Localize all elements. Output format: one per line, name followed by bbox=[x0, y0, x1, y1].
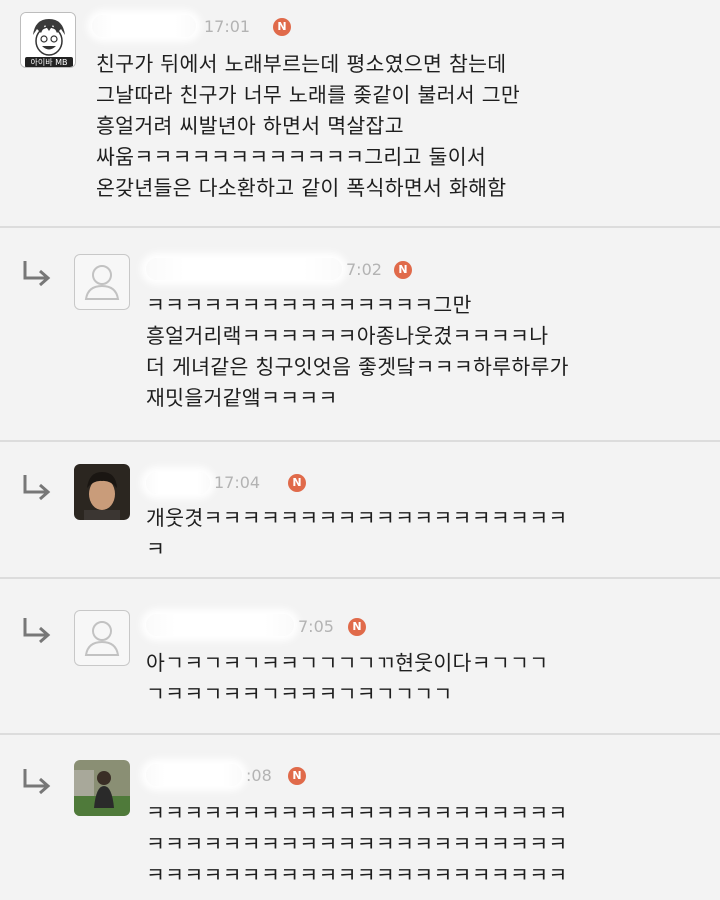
comment-line: ㅋㅋㅋㅋㅋㅋㅋㅋㅋㅋㅋㅋㅋㅋㅋㅋㅋㅋㅋㅋㅋㅋ bbox=[146, 832, 568, 856]
comment-text: ㅋㅋㅋㅋㅋㅋㅋㅋㅋㅋㅋㅋㅋㅋㅋ그만 흥얼거리랙ㅋㅋㅋㅋㅋㅋ아종나웃겼ㅋㅋㅋㅋ나 … bbox=[146, 290, 569, 414]
reply-arrow-icon bbox=[23, 769, 51, 795]
comment-text: 아ㄱㅋㄱㅋㄱㅋㅋㄱㄱㄱㄱㄲ현웃이다ㅋㄱㄱㄱ ㄱㅋㅋㄱㅋㅋㄱㅋㅋㅋㄱㅋㄱㄱㄱㄱ bbox=[146, 648, 548, 710]
comment-line: ㅋㅋㅋㅋㅋㅋㅋㅋㅋㅋㅋㅋㅋㅋㅋㅋㅋㅋㅋㅋㅋㅋ bbox=[146, 863, 568, 887]
comment-line: 더 게녀같은 칭구잇엇음 좋겟닼ㅋㅋㅋ하루하루가 bbox=[146, 355, 569, 379]
new-badge-icon: N bbox=[288, 474, 306, 492]
comment-line: ㄱㅋㅋㄱㅋㅋㄱㅋㅋㅋㄱㅋㄱㄱㄱㄱ bbox=[146, 682, 453, 706]
divider bbox=[0, 733, 720, 735]
comment-text: ㅋㅋㅋㅋㅋㅋㅋㅋㅋㅋㅋㅋㅋㅋㅋㅋㅋㅋㅋㅋㅋㅋ ㅋㅋㅋㅋㅋㅋㅋㅋㅋㅋㅋㅋㅋㅋㅋㅋㅋ… bbox=[146, 798, 568, 891]
timestamp: 17:04 bbox=[214, 473, 261, 492]
divider bbox=[0, 440, 720, 442]
timestamp: :08 bbox=[246, 766, 272, 785]
new-badge-icon: N bbox=[348, 618, 366, 636]
comment-line: ㅋㅋㅋㅋㅋㅋㅋㅋㅋㅋㅋㅋㅋㅋㅋㅋㅋㅋㅋㅋㅋㅋ bbox=[146, 801, 568, 825]
new-badge-icon: N bbox=[394, 261, 412, 279]
avatar-caption: 아이바 MB bbox=[30, 58, 68, 67]
comment-line: 그날따라 친구가 너무 노래를 좆같이 불러서 그만 bbox=[96, 83, 521, 107]
user-avatar-photo[interactable] bbox=[74, 464, 130, 520]
comment-line: 재밋을거같앸ㅋㅋㅋㅋ bbox=[146, 386, 338, 410]
divider bbox=[0, 226, 720, 228]
reply-arrow-icon bbox=[23, 618, 51, 644]
reply-arrow-icon bbox=[23, 475, 51, 501]
timestamp: 7:02 bbox=[346, 260, 382, 279]
comment-line: 개웃겻ㅋㅋㅋㅋㅋㅋㅋㅋㅋㅋㅋㅋㅋㅋㅋㅋㅋㅋㅋ bbox=[146, 506, 568, 530]
comment-text: 친구가 뒤에서 노래부르는데 평소였으면 참는데 그날따라 친구가 너무 노래를… bbox=[96, 49, 520, 204]
comment-line: ㅋㅋㅋㅋㅋㅋㅋㅋㅋㅋㅋㅋㅋㅋㅋ그만 bbox=[146, 293, 472, 317]
author-name-redacted bbox=[146, 614, 294, 636]
author-name-redacted bbox=[92, 15, 196, 37]
author-name-redacted bbox=[146, 764, 242, 786]
default-profile-icon[interactable] bbox=[74, 610, 130, 666]
divider bbox=[0, 577, 720, 579]
comment-line: 흥얼거리랙ㅋㅋㅋㅋㅋㅋ아종나웃겼ㅋㅋㅋㅋ나 bbox=[146, 324, 549, 348]
comment-line: 친구가 뒤에서 노래부르는데 평소였으면 참는데 bbox=[96, 52, 507, 76]
reply-arrow-icon bbox=[23, 261, 51, 287]
user-avatar-photo[interactable] bbox=[74, 760, 130, 816]
default-profile-icon[interactable] bbox=[74, 254, 130, 310]
timestamp: 7:05 bbox=[298, 617, 334, 636]
author-name-redacted bbox=[146, 258, 342, 280]
comment-line: 아ㄱㅋㄱㅋㄱㅋㅋㄱㄱㄱㄱㄲ현웃이다ㅋㄱㄱㄱ bbox=[146, 651, 549, 675]
author-name-redacted bbox=[146, 472, 210, 494]
comment-text: 개웃겻ㅋㅋㅋㅋㅋㅋㅋㅋㅋㅋㅋㅋㅋㅋㅋㅋㅋㅋㅋ ㅋ bbox=[146, 503, 568, 565]
user-avatar-cartoon[interactable]: 아이바 MB bbox=[20, 12, 76, 68]
new-badge-icon: N bbox=[288, 767, 306, 785]
comment-line: ㅋ bbox=[146, 537, 166, 561]
comment-line: 싸움ㅋㅋㅋㅋㅋㅋㅋㅋㅋㅋㅋㅋ그리고 둘이서 bbox=[96, 145, 487, 169]
comment-line: 흥얼거려 씨발년아 하면서 멱살잡고 bbox=[96, 114, 404, 138]
timestamp: 17:01 bbox=[204, 17, 251, 36]
new-badge-icon: N bbox=[273, 18, 291, 36]
comment-line: 온갖년들은 다소환하고 같이 폭식하면서 화해함 bbox=[96, 176, 507, 200]
